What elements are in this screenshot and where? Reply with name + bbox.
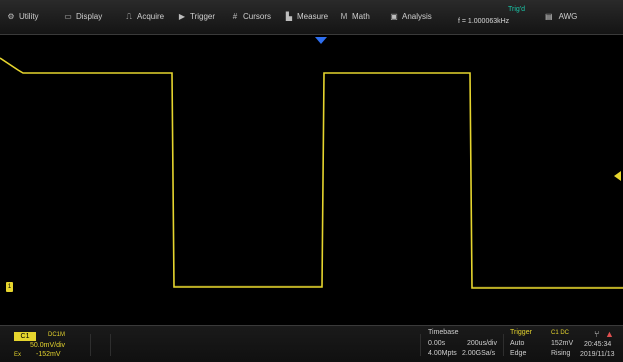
cursors-icon: #: [232, 12, 238, 21]
menu-display-label: Display: [76, 12, 103, 21]
menu-acquire-label: Acquire: [137, 12, 165, 21]
trigd-status: Trig'd: [508, 6, 526, 13]
awg-icon: ▤: [545, 12, 553, 21]
waveform-svg: [0, 57, 623, 289]
separator: [420, 334, 421, 356]
menu-utility[interactable]: ⚙ Utility: [6, 10, 39, 24]
oscilloscope-screen: ⚙ Utility ▭ Display ⎍ Acquire ▶ Trigger # Cur…: [0, 0, 623, 362]
menu-analysis[interactable]: ▣ Analysis: [389, 10, 432, 24]
memory-depth: 4.00Mpts: [428, 350, 457, 357]
trigger-icon: ▶: [178, 12, 186, 21]
frequency-value: f = 1.000063kHz: [458, 18, 510, 25]
channel-1-marker[interactable]: 1: [6, 282, 13, 292]
menu-math[interactable]: M Math: [339, 10, 370, 24]
channel-1-coupling: DC1M: [48, 332, 66, 338]
usb-icon: ⑂: [594, 329, 600, 339]
menu-analysis-label: Analysis: [402, 12, 432, 21]
gear-icon: ⚙: [7, 12, 15, 21]
trigger-slope: Rising: [551, 350, 571, 357]
trigger-level: 152mV: [551, 340, 574, 347]
menu-math-label: Math: [352, 12, 370, 21]
timebase-delay: 0.00s: [428, 340, 446, 347]
menu-cursors[interactable]: # Cursors: [230, 10, 271, 24]
channel-1-scale: 50.0mV/div: [30, 342, 66, 349]
math-icon: M: [340, 12, 348, 21]
awg-button[interactable]: ▤ AWG: [545, 10, 577, 24]
trigger-position-marker[interactable]: [315, 37, 327, 44]
timebase-title: Timebase: [428, 329, 459, 336]
channel-1-trace: [0, 57, 623, 289]
display-icon: ▭: [64, 12, 72, 21]
frequency-counter: Trig'd f = 1.000063kHz: [458, 6, 532, 28]
analysis-icon: ▣: [390, 12, 398, 21]
sample-rate: 2.00GSa/s: [462, 350, 496, 357]
menu-display[interactable]: ▭ Display: [63, 10, 102, 24]
trigger-mode: Auto: [510, 340, 525, 347]
status-bar: C1 DC1M 50.0mV/div Ex -152mV Timebase 0.…: [0, 325, 623, 362]
separator: [90, 334, 91, 356]
awg-label: AWG: [558, 12, 578, 21]
menu-measure-label: Measure: [297, 12, 329, 21]
separator: [503, 334, 504, 356]
trigger-level-marker[interactable]: [614, 171, 621, 181]
trigger-title: Trigger: [510, 329, 532, 336]
clock-date: 2019/11/13: [580, 351, 615, 358]
menu-cursors-label: Cursors: [243, 12, 272, 21]
trigger-source: C1 DC: [551, 330, 570, 336]
measure-icon: ▙: [285, 12, 293, 21]
menu-bar: ⚙ Utility ▭ Display ⎍ Acquire ▶ Trigger # Cur…: [0, 0, 623, 35]
channel-1-offset: -152mV: [36, 351, 61, 358]
menu-trigger[interactable]: ▶ Trigger: [177, 10, 215, 24]
clock-time: 20:45:34: [584, 341, 612, 348]
trigger-type: Edge: [510, 350, 527, 357]
lock-icon: ▲: [605, 329, 614, 339]
channel-1-offset-label: Ex: [14, 352, 22, 358]
menu-measure[interactable]: ▙ Measure: [284, 10, 328, 24]
menu-acquire[interactable]: ⎍ Acquire: [124, 10, 164, 24]
timebase-scale: 200us/div: [467, 340, 497, 347]
acquire-icon: ⎍: [126, 12, 132, 21]
channel-1-tag[interactable]: C1: [14, 332, 36, 341]
menu-utility-label: Utility: [19, 12, 39, 21]
menu-trigger-label: Trigger: [190, 12, 216, 21]
separator: [110, 334, 111, 356]
waveform-area[interactable]: [0, 35, 623, 323]
